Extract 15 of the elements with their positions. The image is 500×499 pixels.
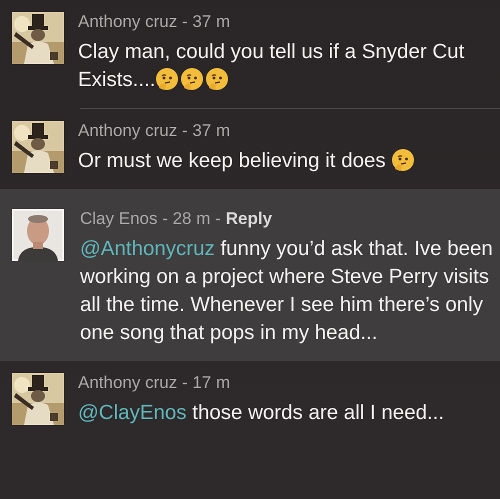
thinking-emoji-icon [155, 67, 180, 91]
reply-link[interactable]: Reply [226, 209, 272, 229]
comment-meta: Clay Enos - 28 m - [80, 209, 221, 229]
comment-text: Clay man, could you tell us if a Snyder Cut Exists.... [78, 39, 466, 93]
mention-link[interactable]: @Anthonycruz [80, 237, 215, 260]
comment-meta: Anthony cruz - 17 m [78, 373, 230, 393]
comment-text: @ClayEnos those words are all I need... [78, 400, 446, 426]
comment-text: Or must we keep believing it does [78, 147, 494, 175]
thinking-emoji-icon [180, 67, 204, 91]
thinking-emoji-icon [205, 67, 230, 91]
comment-meta: Anthony cruz - 37 m [78, 121, 230, 141]
comment-meta: Anthony cruz - 37 m [78, 12, 230, 32]
comment-text: @Anthonycruz funny you’d ask that. Ive been working on a project where Steve Perry visits all the time. Whenever I see him there’s only one song that pops in my head... [80, 236, 494, 346]
mention-link[interactable]: @ClayEnos [78, 401, 187, 424]
thinking-emoji-icon [391, 148, 416, 172]
